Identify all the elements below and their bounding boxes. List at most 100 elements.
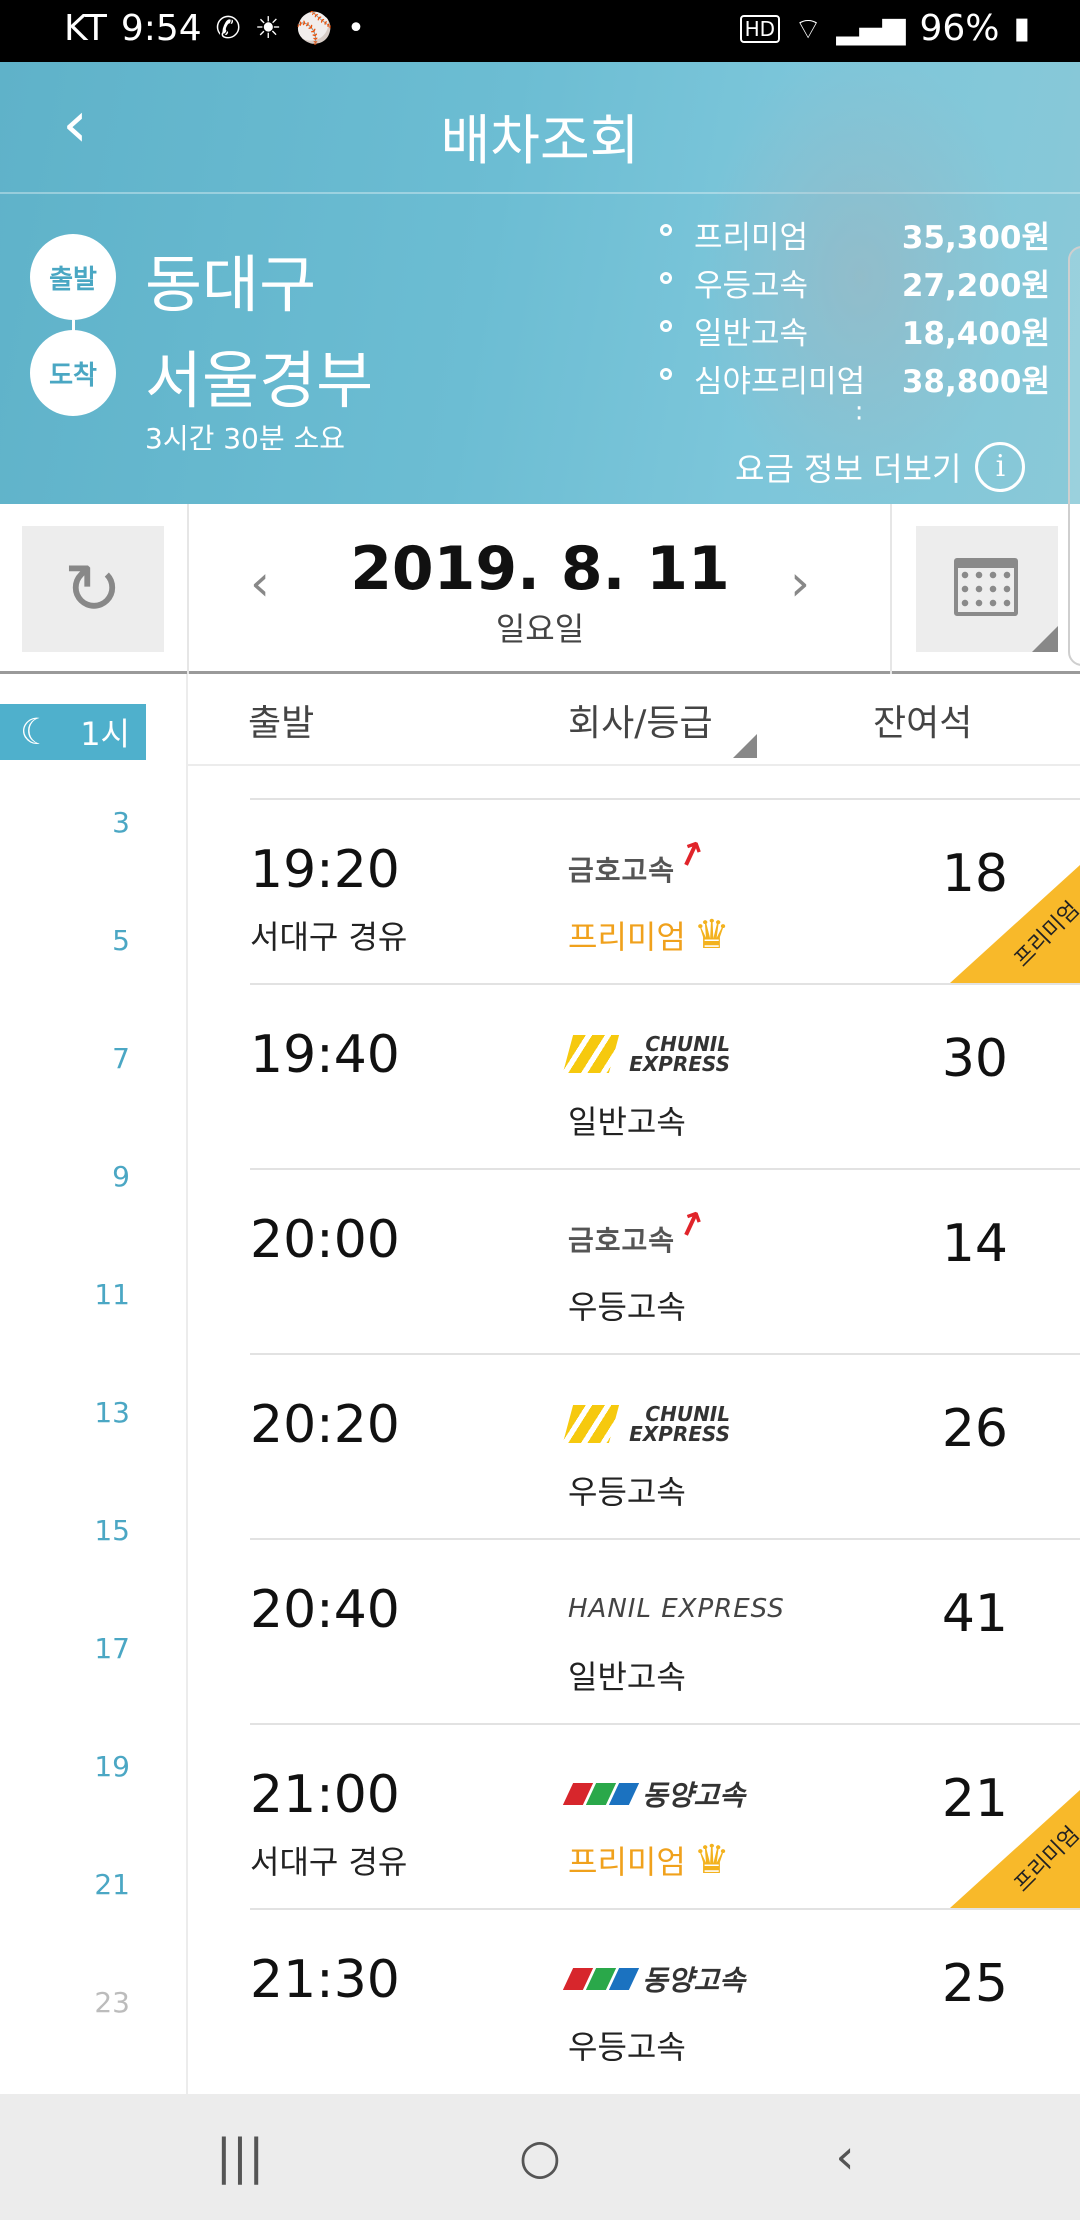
current-hour-tag[interactable]: ☾ 1시 [0,704,146,760]
next-date-button[interactable]: › [790,554,810,612]
company-name: 동양고속 [642,1779,746,1812]
bullet-icon [660,320,672,332]
schedule-row[interactable]: 20:00 금호고속 ↗ 우등고속 14 [250,1168,1080,1353]
hour-tick[interactable]: 19 [0,1750,186,1783]
edge-panel-handle[interactable] [1068,246,1080,666]
column-header-company[interactable]: 회사/등급 [568,694,713,746]
chunil-stripes [562,1035,620,1073]
kumho-logo-icon: 금호고속 ↗ [568,831,712,889]
nav-back-button[interactable]: ‹ [795,2124,895,2190]
hour-tick[interactable]: 23 [0,1986,186,2019]
calendar-button[interactable] [916,526,1058,652]
carrier-label: KT [64,8,107,49]
clock: 9:54 [120,8,202,49]
sort-indicator-icon[interactable] [733,734,757,758]
fare-price: 35,300원 [901,220,1050,256]
bus-grade: 일반고속 [568,1097,686,1143]
moon-icon: ☾ [20,711,53,753]
chunil-stripes [562,1405,620,1443]
hd-icon: HD [739,14,781,43]
nav-back-icon: ‹ [835,2129,855,2185]
departure-time: 19:40 [250,1025,400,1085]
grade-label: 우등고속 [568,1288,686,1326]
hour-tick[interactable]: 7 [0,1042,186,1075]
remaining-seats: 25 [941,1954,1008,2014]
schedule-list: 19:20 서대구 경유 금호고속 ↗ 프리미엄 ♛ 18 프리미엄 19:40… [188,766,1080,2094]
baseball-icon: ⚾ [295,11,334,46]
schedule-table-header: 출발 회사/등급 잔여석 [188,674,1080,766]
home-icon: ○ [519,2129,561,2185]
via-stop: 서대구 경유 [250,918,408,956]
crown-icon: ♛ [693,912,730,958]
hour-tick[interactable]: 21 [0,1868,186,1901]
schedule-row[interactable]: 20:40 HANIL EXPRESS 일반고속 41 [250,1538,1080,1723]
premium-ribbon: 프리미엄 [950,1790,1080,1908]
fare-info-more-label: 요금 정보 더보기 [735,450,962,488]
company-name: 금호고속 [568,854,676,887]
schedule-row[interactable]: 21:00 서대구 경유 동양고속 프리미엄 ♛ 21 프리미엄 [250,1723,1080,1908]
home-button[interactable]: ○ [490,2124,590,2190]
hour-tick[interactable]: 17 [0,1632,186,1665]
swoosh-icon: ↗ [671,831,713,879]
hour-tick[interactable]: 9 [0,1160,186,1193]
dongyang-stripes [562,1783,640,1805]
schedule-row[interactable]: 20:20 CHUNIL EXPRESS 우등고속 26 [250,1353,1080,1538]
remaining-seats: 26 [941,1399,1008,1459]
column-header-seats: 잔여석 [873,703,973,744]
corner-indicator [1032,626,1058,652]
grade-label: 우등고속 [568,2028,686,2066]
fare-name: 우등고속 [694,268,809,304]
divider [890,504,892,674]
arrival-terminal: 서울경부 [145,344,374,417]
bus-grade: 우등고속 [568,1467,686,1513]
departure-badge: 출발 [30,234,116,320]
hour-tick[interactable]: 13 [0,1396,186,1429]
fare-row: 일반고속 18,400원 [660,304,1060,352]
bus-grade: 일반고속 [568,1652,686,1698]
departure-terminal: 동대구 [145,248,317,321]
wifi-icon: ⌔ [794,11,823,47]
dongyang-logo-icon: 동양고속 [562,1959,746,1999]
hour-tick[interactable]: 15 [0,1514,186,1547]
departure-time: 21:00 [250,1765,400,1825]
dongyang-stripes [562,1968,640,1990]
chunil-logo-icon: CHUNIL EXPRESS [562,1032,730,1076]
travel-duration: 3시간 30분 소요 [145,422,346,455]
company-logo: 동양고속 [562,1767,746,1821]
fare-name: 일반고속 [694,316,809,352]
bus-grade: 프리미엄 ♛ [568,912,730,958]
via-stop: 서대구 경유 [250,1843,408,1881]
fare-info-more-button[interactable]: 요금 정보 더보기 i [735,442,1026,492]
departure-time: 20:20 [250,1395,400,1455]
schedule-row[interactable]: 21:30 동양고속 우등고속 25 [250,1908,1080,2093]
dot-icon: • [347,11,365,46]
company-name: 동양고속 [642,1964,746,1997]
grade-label: 우등고속 [568,1473,686,1511]
date-selector: ↻ ‹ 2019. 8. 11 일요일 › [0,504,1080,674]
fare-price: 18,400원 [901,316,1050,352]
hour-tick[interactable]: 5 [0,924,186,957]
fare-price: 38,800원 [901,364,1050,400]
schedule-row[interactable]: 19:40 CHUNIL EXPRESS 일반고속 30 [250,983,1080,1168]
hour-index[interactable]: ☾ 1시 3 5 7 9 11 13 15 17 19 21 23 [0,674,188,2094]
volte-icon: ✆ [215,11,241,46]
schedule-row[interactable]: 19:20 서대구 경유 금호고속 ↗ 프리미엄 ♛ 18 프리미엄 [250,798,1080,983]
bullet-icon [660,368,672,380]
hour-tick[interactable]: 3 [0,806,186,839]
hanil-logo-icon: HANIL EXPRESS [568,1594,785,1624]
recent-apps-button[interactable]: ||| [190,2124,290,2190]
departure-time: 19:20 [250,840,400,900]
hour-tick[interactable]: 11 [0,1278,186,1311]
signal-icon: ▂▄▆ [836,11,906,46]
company-name: CHUNIL EXPRESS [629,1032,730,1076]
calendar-icon [954,558,1018,616]
company-name: HANIL EXPRESS [568,1594,785,1624]
company-name: CHUNIL EXPRESS [629,1402,730,1446]
departure-time: 20:40 [250,1580,400,1640]
status-bar: KT 9:54 ✆ ☀ ⚾ • HD ⌔ ▂▄▆ 96% ▮ [0,0,1080,62]
info-icon: i [975,442,1026,492]
departure-time: 21:30 [250,1950,400,2010]
arrival-badge: 도착 [30,330,116,416]
status-left: KT 9:54 ✆ ☀ ⚾ • [64,8,365,49]
app-bar: ‹ 배차조회 [0,62,1080,194]
